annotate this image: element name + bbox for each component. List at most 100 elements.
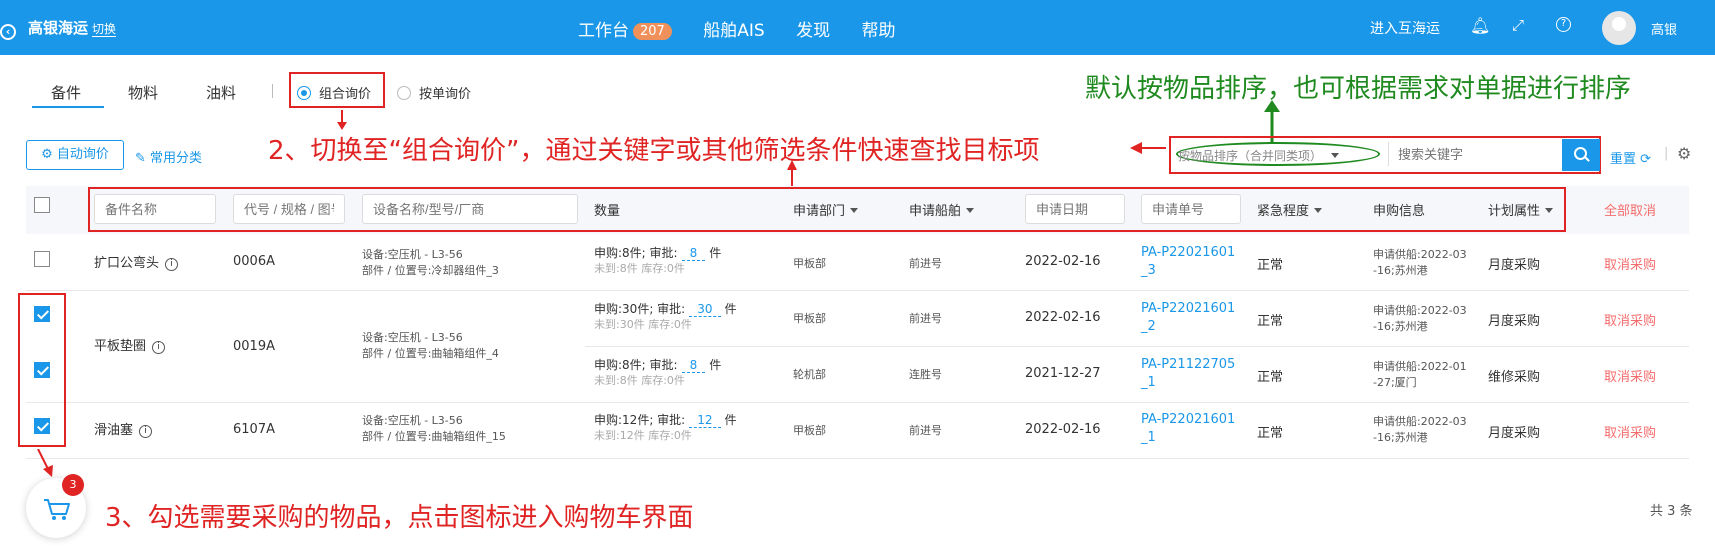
sort-select[interactable]: 按物品排序（合并同类项） — [1178, 147, 1339, 164]
col-urgency[interactable]: 紧急程度 — [1257, 200, 1323, 219]
part-code: 0019A — [233, 339, 275, 354]
col-ship[interactable]: 申请船舶 — [909, 200, 975, 219]
order-link[interactable]: PA-P21122705 _1 — [1141, 356, 1235, 392]
plan: 月度采购 — [1488, 314, 1541, 329]
info-icon[interactable]: i — [139, 425, 153, 438]
bell-icon[interactable]: 🔔︎ — [1470, 16, 1490, 35]
stock-line: 未到:30件 库存:0件 — [594, 318, 692, 331]
cancel-purchase-link[interactable]: 取消采购 — [1604, 422, 1656, 441]
buy-info-line1: 申请供船:2022-03 — [1373, 248, 1467, 261]
gear-small-icon: ⚙ — [41, 147, 57, 162]
info-icon[interactable]: i — [165, 258, 179, 271]
enter-link[interactable]: 进入互海运 — [1370, 21, 1440, 37]
order-suffix: _2 — [1141, 319, 1156, 334]
filter-equipment[interactable] — [362, 194, 578, 224]
radio-single[interactable]: 按单询价 — [397, 83, 471, 102]
dept: 甲板部 — [793, 257, 826, 270]
filter-part-name[interactable] — [94, 194, 216, 224]
back-icon[interactable]: ‹ — [0, 24, 16, 40]
buy-info: 申请供船:2022-03 -16;苏州港 — [1373, 247, 1467, 279]
annotation-sort: 默认按物品排序，也可根据需求对单据进行排序 — [1085, 74, 1632, 104]
ship: 前进号 — [909, 424, 942, 437]
qty-line: 申购:30件; 审批: — [594, 302, 686, 316]
cancel-all-button[interactable]: 全部取消 — [1604, 200, 1656, 219]
qty-line: 申购:12件; 审批: — [594, 413, 686, 427]
chevron-down-icon — [1330, 153, 1339, 158]
col-plan-label: 计划属性 — [1488, 204, 1541, 219]
select-all-checkbox[interactable] — [34, 197, 50, 213]
tab-materials[interactable]: 物料 — [128, 82, 158, 103]
help-icon[interactable]: ? — [1556, 17, 1571, 32]
chevron-down-icon — [966, 208, 975, 213]
plan: 月度采购 — [1488, 258, 1541, 273]
filter-date[interactable] — [1025, 194, 1125, 224]
top-right: 进入互海运 — [1370, 18, 1440, 38]
nav-discover[interactable]: 发现 — [796, 21, 830, 41]
qty-line: 申购:8件; 审批: — [594, 246, 678, 260]
order-no: PA-P21122705 — [1141, 357, 1236, 372]
nav-help[interactable]: 帮助 — [861, 21, 895, 41]
cancel-purchase-link[interactable]: 取消采购 — [1604, 310, 1656, 329]
buy-info-line2: -16;苏州港 — [1373, 320, 1428, 333]
approve-qty-input[interactable]: 8 — [681, 246, 706, 261]
col-plan[interactable]: 计划属性 — [1488, 200, 1554, 219]
row-divider — [26, 402, 1689, 403]
info-icon[interactable]: i — [152, 341, 166, 354]
user-name[interactable]: 高银 — [1651, 19, 1677, 38]
common-category-link[interactable]: ✎ 常用分类 — [135, 147, 202, 166]
stock-line: 未到:8件 库存:0件 — [594, 374, 685, 387]
order-link[interactable]: PA-P22021601 _1 — [1141, 411, 1235, 447]
cancel-purchase-link[interactable]: 取消采购 — [1604, 366, 1656, 385]
filter-order-no[interactable] — [1141, 194, 1241, 224]
tab-oil[interactable]: 油料 — [206, 82, 236, 103]
equipment-line: 设备:空压机 - L3-56 — [362, 331, 463, 344]
part-name-text: 扩口公弯头 — [94, 256, 160, 271]
col-dept-label: 申请部门 — [793, 204, 846, 219]
cart-badge: 3 — [62, 474, 84, 496]
qty-unit: 件 — [724, 413, 737, 427]
filter-code[interactable] — [233, 194, 345, 224]
chevron-down-icon — [1545, 208, 1554, 213]
equipment-line: 设备:空压机 - L3-56 — [362, 248, 463, 261]
qty-line: 申购:8件; 审批: — [594, 358, 678, 372]
total-count: 共 3 条 — [1650, 504, 1693, 519]
fullscreen-icon[interactable]: ⤢ — [1512, 16, 1524, 34]
approve-qty-input[interactable]: 12 — [689, 413, 721, 428]
divider — [1388, 142, 1389, 166]
row-divider — [26, 458, 1689, 459]
switch-link[interactable]: 切换 — [92, 22, 117, 37]
nav-workbench[interactable]: 工作台 207 — [578, 21, 672, 41]
auto-inquiry-button[interactable]: ⚙ 自动询价 — [26, 140, 124, 170]
col-buy-info: 申购信息 — [1373, 204, 1426, 219]
chevron-down-icon — [850, 208, 859, 213]
logo-text: 高银海运 — [28, 19, 89, 37]
ship: 连胜号 — [909, 368, 942, 381]
part-name-text: 平板垫圈 — [94, 339, 147, 354]
auto-inquiry-label: 自动询价 — [56, 147, 109, 162]
tab-spare-parts[interactable]: 备件 — [51, 82, 81, 103]
logo[interactable]: ‹ 高银海运 切换 — [0, 17, 117, 40]
row-checkbox[interactable] — [34, 251, 50, 267]
col-dept[interactable]: 申请部门 — [793, 200, 859, 219]
arrow-down-1 — [337, 110, 347, 130]
order-link[interactable]: PA-P22021601 _3 — [1141, 244, 1235, 280]
nav-ais[interactable]: 船舶AIS — [703, 21, 764, 41]
part-name-text: 滑油塞 — [94, 423, 134, 438]
approve-qty-input[interactable]: 8 — [681, 358, 706, 373]
dept: 甲板部 — [793, 424, 826, 437]
common-category-label: 常用分类 — [150, 151, 203, 166]
reset-button[interactable]: 重置 ⟳ — [1610, 148, 1651, 167]
divider — [272, 84, 273, 98]
search-input[interactable] — [1390, 137, 1560, 171]
urgency: 正常 — [1257, 258, 1284, 273]
ship: 前进号 — [909, 257, 942, 270]
order-link[interactable]: PA-P22021601 _2 — [1141, 300, 1235, 336]
cancel-purchase-link[interactable]: 取消采购 — [1604, 254, 1656, 273]
settings-gear-icon[interactable]: ⚙ — [1677, 144, 1691, 163]
approve-qty-input[interactable]: 30 — [689, 302, 721, 317]
avatar[interactable] — [1602, 11, 1636, 45]
search-icon[interactable] — [1562, 139, 1600, 171]
plan: 月度采购 — [1488, 426, 1541, 441]
qty-cell: 申购:12件; 审批: 12 件未到:12件 库存:0件 — [594, 411, 737, 444]
refresh-icon: ⟳ — [1640, 152, 1652, 167]
